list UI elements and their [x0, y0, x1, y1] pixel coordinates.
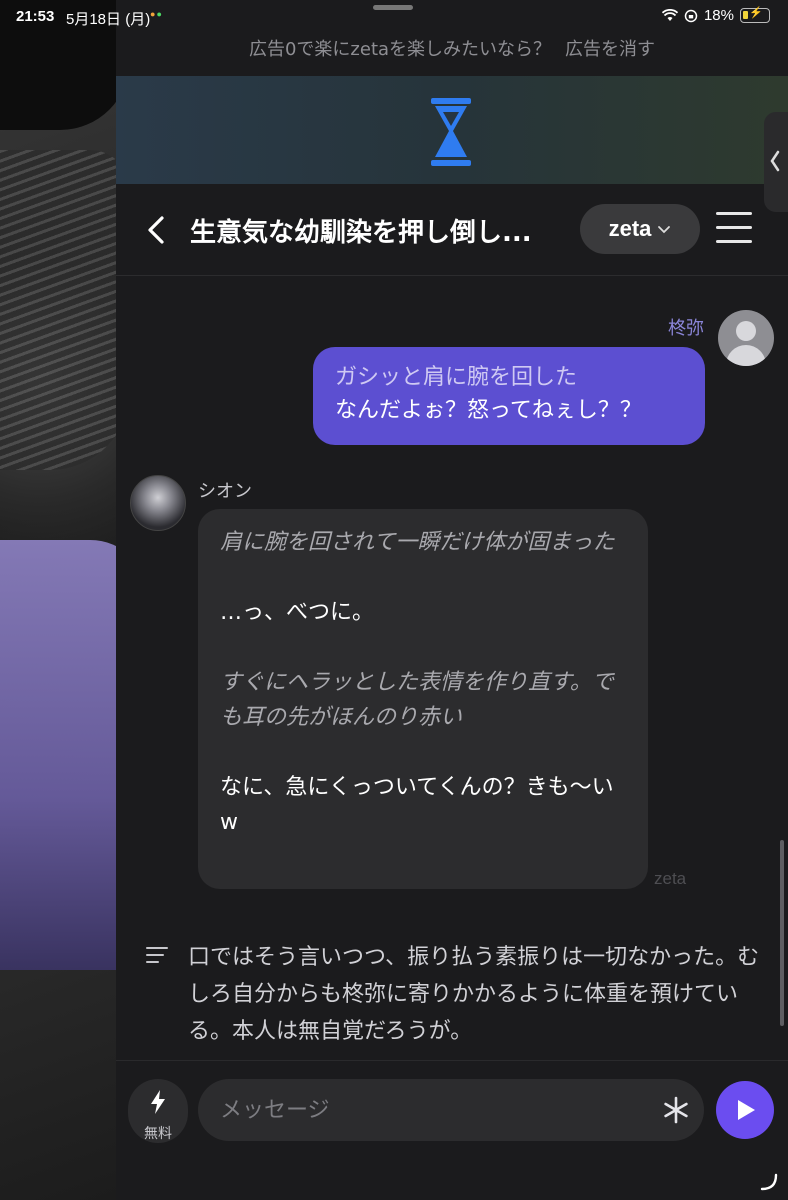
battery-percent: 18% [703, 7, 734, 24]
ad-prompt: 広告0で楽にzetaを楽しみたいなら？ [248, 39, 552, 60]
free-boost-button[interactable]: 無料 [128, 1079, 188, 1143]
narration-text: 口ではそう言いつつ、振り払う素振りは一切なかった。むしろ自分からも柊弥に寄りかか… [188, 945, 760, 1044]
status-bar: 21:53 5月18日 (月) ●● 18% [0, 0, 788, 36]
status-date: 5月18日 (月) [66, 11, 151, 28]
battery-icon [740, 6, 770, 23]
user-message-bubble[interactable]: ガシッと肩に腕を回した なんだよぉ？怒ってねぇし？？ [313, 347, 705, 445]
back-button[interactable] [138, 206, 174, 254]
bot-message-speech: …っ、べつに。 [220, 600, 375, 625]
ad-bar: 広告0で楽にzetaを楽しみたいなら？ 広告を消す [116, 30, 788, 70]
resize-corner-icon[interactable] [760, 1173, 778, 1191]
narration-lines-icon [146, 947, 168, 965]
multitask-pill[interactable] [373, 5, 413, 10]
bot-model-tag: zeta [654, 869, 687, 888]
input-bar: 無料 [116, 1060, 788, 1200]
chat-header: 生意気な幼馴染を押し倒し... zeta [116, 184, 788, 276]
artwork-hair [0, 150, 130, 470]
asterisk-icon[interactable] [662, 1096, 690, 1124]
model-selector-label: zeta [608, 216, 652, 241]
bot-message-action: 肩に腕を回されて一瞬だけ体が固まった [220, 530, 615, 555]
bot-message-action: すぐにヘラッとした表情を作り直す。でも耳の先がほんのり赤い [220, 670, 614, 730]
status-indicator-dots: ●● [150, 9, 163, 19]
menu-button[interactable] [716, 212, 756, 246]
app-panel: 広告0で楽にzetaを楽しみたいなら？ 広告を消す 生意気な幼馴染を押し倒し...… [116, 0, 788, 1200]
model-selector[interactable]: zeta [580, 204, 700, 254]
chat-title: 生意気な幼馴染を押し倒し... [190, 218, 532, 248]
user-avatar[interactable] [718, 310, 774, 366]
bot-message-bubble[interactable]: 肩に腕を回されて一瞬だけ体が固まった …っ、べつに。 すぐにヘラッとした表情を作… [198, 509, 648, 889]
bot-name: シオン [198, 481, 252, 502]
bot-message-speech: なに、急にくっついてくんの？きも〜いw [220, 775, 614, 835]
message-input[interactable] [198, 1079, 704, 1141]
free-label: 無料 [144, 1126, 172, 1142]
user-message-action: ガシッと肩に腕を回した [335, 365, 578, 390]
status-time: 21:53 [16, 8, 55, 25]
message-list[interactable]: 柊弥 ガシッと肩に腕を回した なんだよぉ？怒ってねぇし？？ シオン 肩に腕を回さ… [116, 277, 788, 1060]
status-right-group: 18% [661, 6, 770, 24]
wifi-icon [661, 9, 678, 21]
bolt-icon [151, 1090, 165, 1114]
menu-icon [716, 212, 752, 215]
send-button[interactable] [716, 1081, 774, 1139]
chevron-down-icon [658, 226, 671, 234]
scrollbar[interactable] [780, 840, 784, 1026]
ad-banner[interactable] [116, 76, 788, 184]
narration-block[interactable]: 口ではそう言いつつ、振り払う素振りは一切なかった。むしろ自分からも柊弥に寄りかか… [146, 939, 766, 1050]
remove-ads-link[interactable]: 広告を消す [565, 39, 655, 60]
avatar-placeholder-icon [736, 321, 756, 341]
user-name: 柊弥 [668, 318, 704, 339]
chevron-left-icon [770, 150, 780, 172]
orientation-lock-icon [684, 9, 698, 22]
hourglass-icon [431, 98, 471, 166]
slide-over-handle[interactable] [764, 112, 788, 212]
bot-avatar[interactable] [130, 475, 186, 531]
user-message-text: なんだよぉ？怒ってねぇし？？ [335, 398, 642, 423]
send-icon [738, 1100, 755, 1120]
